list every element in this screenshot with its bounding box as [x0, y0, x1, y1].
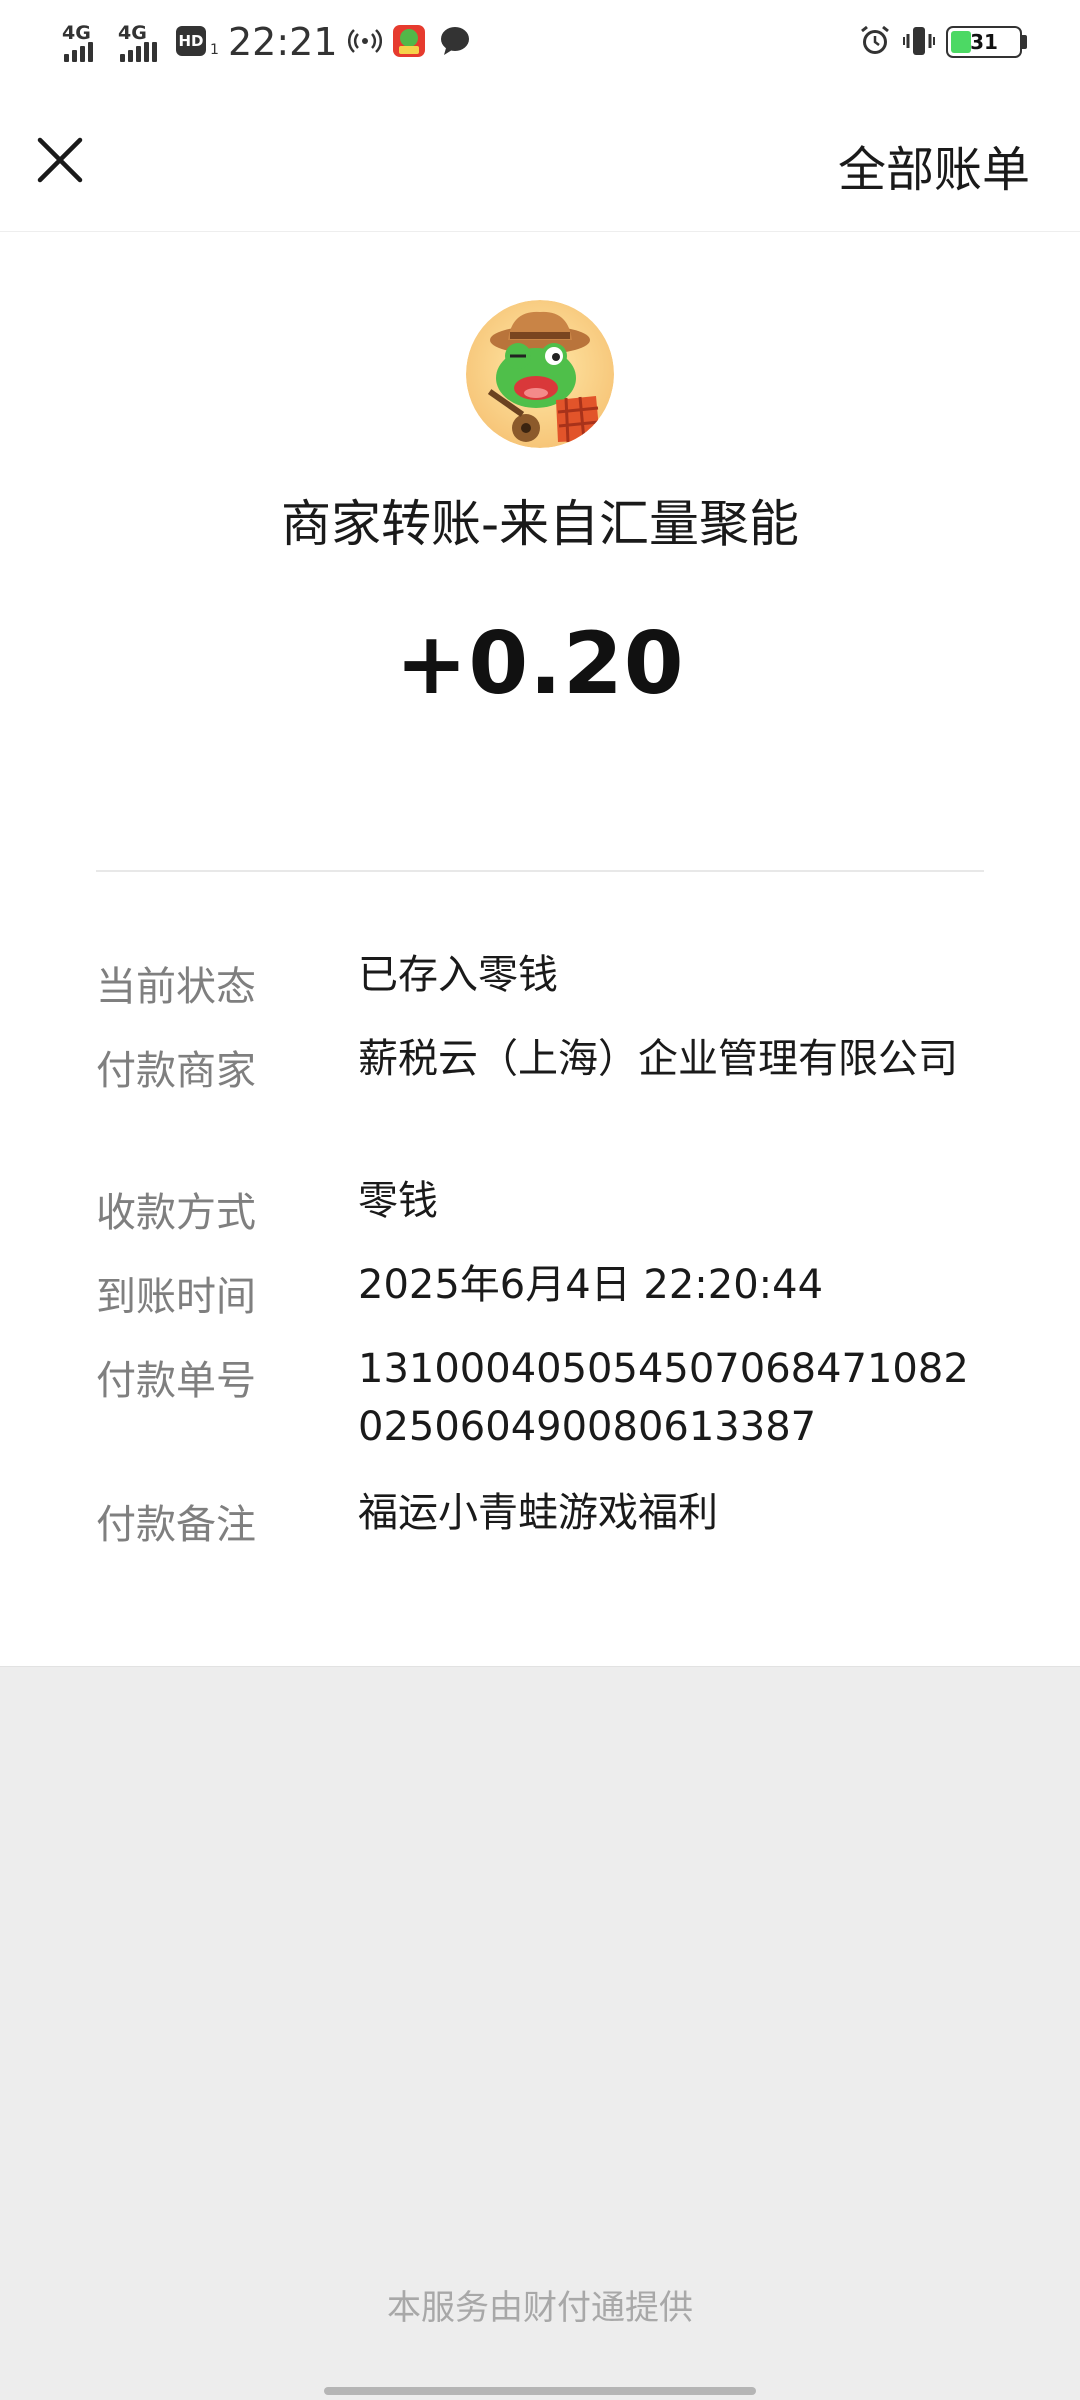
detail-value[interactable]: 1310004050545070684710820250604900806133… — [358, 1340, 988, 1456]
detail-label: 付款备注 — [96, 1502, 256, 1548]
detail-value: 零钱 — [358, 1178, 438, 1224]
battery-icon: 31 — [946, 26, 1022, 58]
detail-value: 薪税云（上海）企业管理有限公司 — [358, 1036, 958, 1082]
nav-bar: 全部账单 — [0, 88, 1080, 232]
network-type-label-2: 4G — [118, 22, 147, 44]
detail-value: 2025年6月4日 22:20:44 — [358, 1262, 824, 1308]
game-app-notification-icon — [393, 25, 425, 57]
alarm-icon — [861, 25, 889, 54]
detail-label: 收款方式 — [96, 1190, 256, 1236]
message-bubble-icon — [441, 27, 469, 55]
network-type-label: 4G — [62, 22, 91, 44]
status-bar: 4G 4G HD 1 22:21 31 — [0, 0, 1080, 88]
detail-label: 付款商家 — [96, 1048, 256, 1094]
signal-strength-icon: 4G — [60, 22, 114, 62]
hd-voice-icon: HD — [176, 26, 206, 56]
battery-percent: 31 — [970, 30, 998, 54]
merchant-title: 商家转账-来自汇量聚能 — [280, 495, 800, 553]
screen: 4G 4G HD 1 22:21 31 全部账单 商家转账-来自汇量聚能 +0.… — [0, 0, 1080, 2400]
detail-label: 到账时间 — [96, 1274, 256, 1320]
close-icon[interactable] — [28, 128, 92, 192]
all-bills-link[interactable]: 全部账单 — [838, 130, 1030, 200]
vibrate-icon — [903, 27, 935, 55]
detail-value: 福运小青蛙游戏福利 — [358, 1490, 718, 1536]
detail-label: 当前状态 — [96, 964, 256, 1010]
battery-tip — [1022, 35, 1027, 49]
detail-label: 付款单号 — [96, 1358, 256, 1404]
transfer-amount: +0.20 — [395, 614, 685, 714]
clock-time: 22:21 — [228, 20, 338, 64]
section-divider — [96, 870, 984, 872]
detail-value: 已存入零钱 — [358, 952, 558, 998]
hotspot-icon — [348, 29, 382, 53]
service-provider-note: 本服务由财付通提供 — [387, 2288, 693, 2328]
home-indicator[interactable] — [324, 2387, 756, 2395]
hd-sub-label: 1 — [210, 42, 219, 58]
merchant-avatar — [466, 300, 614, 448]
signal-strength-icon-2: 4G — [116, 22, 172, 62]
